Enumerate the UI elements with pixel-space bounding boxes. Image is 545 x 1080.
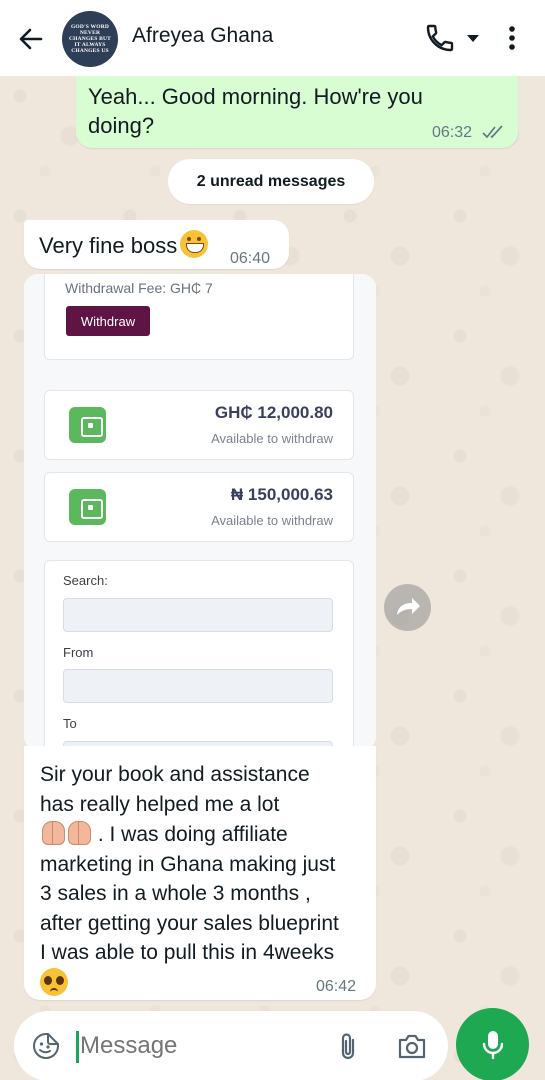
- from-field: [63, 669, 333, 703]
- message-incoming[interactable]: Sir your book and assistance has really …: [24, 746, 376, 1000]
- chat-header: GOD'S WORD NEVER CHANGES BUT IT ALWAYS C…: [0, 0, 545, 76]
- message-text: Sir your book and assistance has really …: [40, 760, 368, 999]
- balance-subtext: Available to withdraw: [211, 431, 333, 446]
- praying-hands-emoji-icon: [66, 819, 92, 845]
- message-time: 06:32: [432, 124, 473, 141]
- arrow-left-icon[interactable]: [16, 24, 46, 54]
- balance-amount: GH₵ 12,000.80: [214, 403, 333, 422]
- message-input[interactable]: [80, 1029, 320, 1063]
- message-time: 06:42: [316, 978, 357, 995]
- balance-card-ngn: ₦ 150,000.63 Available to withdraw: [44, 472, 354, 542]
- pleading-face-emoji-icon: [40, 967, 68, 996]
- message-line: after getting your sales blueprint: [40, 911, 339, 935]
- forward-icon[interactable]: [384, 584, 431, 631]
- paperclip-icon[interactable]: [334, 1031, 362, 1063]
- message-line: Sir your book and assistance: [40, 763, 310, 786]
- message-line: 3 sales in a whole 3 months ,: [40, 882, 311, 905]
- withdraw-button: Withdraw: [66, 306, 150, 336]
- double-check-icon: [482, 124, 506, 145]
- message-line: has really helped me a lot: [40, 792, 280, 816]
- message-text: Yeah... Good morning. How're you doing?: [88, 84, 423, 138]
- grinning-emoji-icon: [180, 230, 209, 258]
- wallet-icon: [69, 407, 106, 443]
- phone-icon[interactable]: [424, 22, 456, 54]
- more-vert-icon[interactable]: [502, 22, 522, 54]
- fee-card: Withdrawal Fee: GH₵ 7 Withdraw: [44, 274, 354, 360]
- to-label: To: [63, 716, 77, 731]
- avatar[interactable]: GOD'S WORD NEVER CHANGES BUT IT ALWAYS C…: [62, 11, 118, 67]
- contact-name[interactable]: Afreyea Ghana: [132, 24, 273, 48]
- message-line: . I was doing affiliate: [97, 823, 288, 846]
- microphone-icon[interactable]: [456, 1008, 529, 1080]
- message-text-content: Very fine boss: [39, 233, 178, 258]
- search-card: Search: From To: [44, 560, 354, 750]
- balance-card-ghs: GH₵ 12,000.80 Available to withdraw: [44, 390, 354, 460]
- caret-down-icon[interactable]: [464, 30, 482, 46]
- message-line: marketing in Ghana making just: [40, 852, 336, 876]
- sticker-icon[interactable]: [32, 1032, 60, 1060]
- balance-subtext: Available to withdraw: [211, 513, 333, 528]
- image-message[interactable]: Withdrawal Fee: GH₵ 7 Withdraw GH₵ 12,00…: [24, 274, 376, 750]
- search-field: [63, 598, 333, 632]
- avatar-text: GOD'S WORD NEVER CHANGES BUT IT ALWAYS C…: [68, 24, 112, 54]
- wallet-icon: [69, 489, 106, 525]
- message-line-with-emoji: . I was doing affiliate: [40, 819, 368, 850]
- balance-amount: ₦ 150,000.63: [230, 485, 333, 504]
- message-composer: [14, 1011, 448, 1080]
- unread-messages-pill: 2 unread messages: [168, 159, 374, 204]
- text-cursor: [76, 1031, 79, 1063]
- search-label: Search:: [63, 573, 108, 588]
- screenshot-image: Withdrawal Fee: GH₵ 7 Withdraw GH₵ 12,00…: [24, 274, 376, 750]
- praying-hands-emoji-icon: [40, 819, 66, 845]
- message-line: I was able to pull this in 4weeks: [40, 941, 335, 964]
- fee-label: Withdrawal Fee: GH₵ 7: [65, 280, 213, 296]
- message-time: 06:40: [230, 250, 271, 267]
- from-label: From: [63, 645, 94, 660]
- camera-icon[interactable]: [396, 1031, 428, 1061]
- message-text: Very fine boss: [39, 230, 209, 260]
